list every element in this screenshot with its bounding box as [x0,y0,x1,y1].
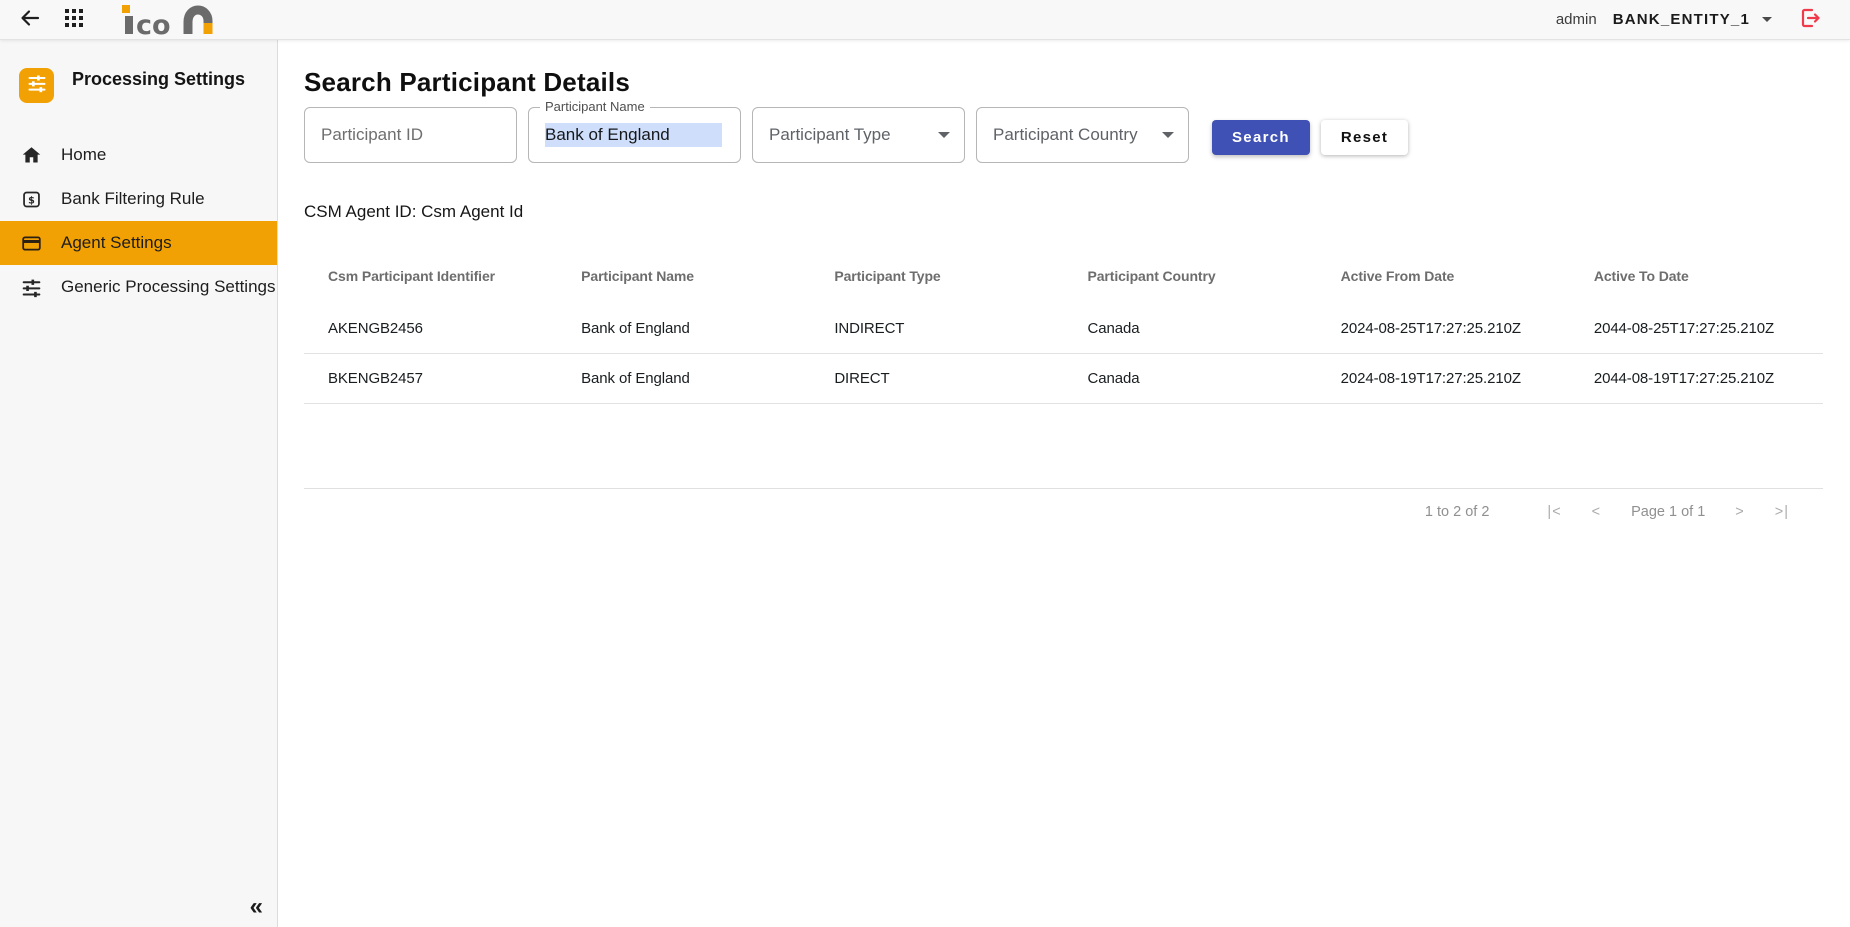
apps-grid-button[interactable] [64,8,84,31]
table-empty-space [304,404,1823,488]
icon-logo: co [122,5,214,35]
column-header-active-from-date[interactable]: Active From Date [1317,268,1570,284]
apps-grid-icon [64,8,84,31]
sidebar-item-label: Home [61,145,106,165]
cell-csm-participant-identifier: AKENGB2456 [304,320,557,337]
column-header-active-to-date[interactable]: Active To Date [1570,268,1823,284]
sidebar-item-label: Agent Settings [61,233,172,253]
back-arrow-icon [18,6,42,33]
participant-name-value: Bank of England [545,123,722,147]
column-header-participant-country[interactable]: Participant Country [1064,268,1317,284]
participant-id-field [304,107,517,163]
table-row[interactable]: AKENGB2456 Bank of England INDIRECT Cana… [304,304,1823,354]
cell-active-from-date: 2024-08-19T17:27:25.210Z [1317,370,1570,387]
participant-type-placeholder: Participant Type [769,125,891,145]
topbar: co admin BANK_ENTITY_1 [0,0,1850,40]
page-title: Search Participant Details [304,67,1823,98]
back-button[interactable] [18,6,42,33]
home-icon [20,145,42,166]
cell-participant-country: Canada [1064,370,1317,387]
bank-dollar-icon: $ [20,189,42,210]
pagination-bar: 1 to 2 of 2 |< < Page 1 of 1 > >| [304,489,1823,535]
cell-active-from-date: 2024-08-25T17:27:25.210Z [1317,320,1570,337]
sidebar-title: Processing Settings [72,68,245,90]
processing-settings-badge [19,68,54,103]
cell-participant-name: Bank of England [557,370,810,387]
search-filter-row: Participant Name Bank of England Partici… [304,107,1823,163]
column-header-csm-participant-identifier[interactable]: Csm Participant Identifier [304,268,557,284]
chevron-down-icon [1162,132,1174,138]
participant-id-input[interactable] [321,125,502,145]
participant-name-field[interactable]: Participant Name Bank of England [528,107,741,163]
participant-country-placeholder: Participant Country [993,125,1138,145]
sidebar-nav: Home $ Bank Filtering Rule [0,133,277,309]
svg-text:$: $ [28,195,35,206]
pagination-last-button[interactable]: >| [1775,504,1789,520]
logout-icon [1798,6,1822,33]
participant-country-select[interactable]: Participant Country [976,107,1189,163]
entity-name: BANK_ENTITY_1 [1613,11,1750,28]
sidebar-item-label: Bank Filtering Rule [61,189,205,209]
cell-participant-type: INDIRECT [810,320,1063,337]
chevron-down-icon [938,132,950,138]
tune-icon [27,73,47,98]
participant-name-label: Participant Name [540,99,650,114]
search-button[interactable]: Search [1212,120,1310,155]
cell-active-to-date: 2044-08-19T17:27:25.210Z [1570,370,1823,387]
table-row[interactable]: BKENGB2457 Bank of England DIRECT Canada… [304,354,1823,404]
sidebar-header: Processing Settings [0,40,277,103]
pagination-prev-button[interactable]: < [1592,504,1601,520]
cell-participant-type: DIRECT [810,370,1063,387]
pagination-summary: 1 to 2 of 2 [1425,504,1490,520]
column-header-participant-type[interactable]: Participant Type [810,268,1063,284]
pagination-page-label: Page 1 of 1 [1631,504,1705,520]
sidebar-item-generic-processing-settings[interactable]: Generic Processing Settings [0,265,277,309]
cell-participant-name: Bank of England [557,320,810,337]
pagination-first-button[interactable]: |< [1547,504,1561,520]
sidebar: Processing Settings Home $ Bank Fi [0,40,278,927]
svg-text:co: co [136,10,171,35]
chevron-down-icon [1762,17,1772,22]
pagination-next-button[interactable]: > [1735,504,1744,520]
sidebar-item-bank-filtering-rule[interactable]: $ Bank Filtering Rule [0,177,277,221]
sidebar-item-home[interactable]: Home [0,133,277,177]
column-header-participant-name[interactable]: Participant Name [557,268,810,284]
sidebar-item-label: Generic Processing Settings [61,277,276,297]
entity-selector[interactable]: BANK_ENTITY_1 [1613,11,1772,28]
sidebar-collapse-button[interactable]: « [250,895,263,919]
reset-button[interactable]: Reset [1321,120,1408,155]
csm-agent-id-line: CSM Agent ID: Csm Agent Id [304,202,1823,222]
main-content: Search Participant Details Participant N… [278,40,1850,927]
participant-type-select[interactable]: Participant Type [752,107,965,163]
credit-card-icon [20,233,42,254]
sidebar-item-agent-settings[interactable]: Agent Settings [0,221,277,265]
cell-csm-participant-identifier: BKENGB2457 [304,370,557,387]
cell-participant-country: Canada [1064,320,1317,337]
user-role-label: admin [1556,11,1597,28]
cell-active-to-date: 2044-08-25T17:27:25.210Z [1570,320,1823,337]
table-header-row: Csm Participant Identifier Participant N… [304,252,1823,304]
tune-icon [20,277,42,298]
participants-table: Csm Participant Identifier Participant N… [304,252,1823,489]
logout-button[interactable] [1798,6,1822,33]
